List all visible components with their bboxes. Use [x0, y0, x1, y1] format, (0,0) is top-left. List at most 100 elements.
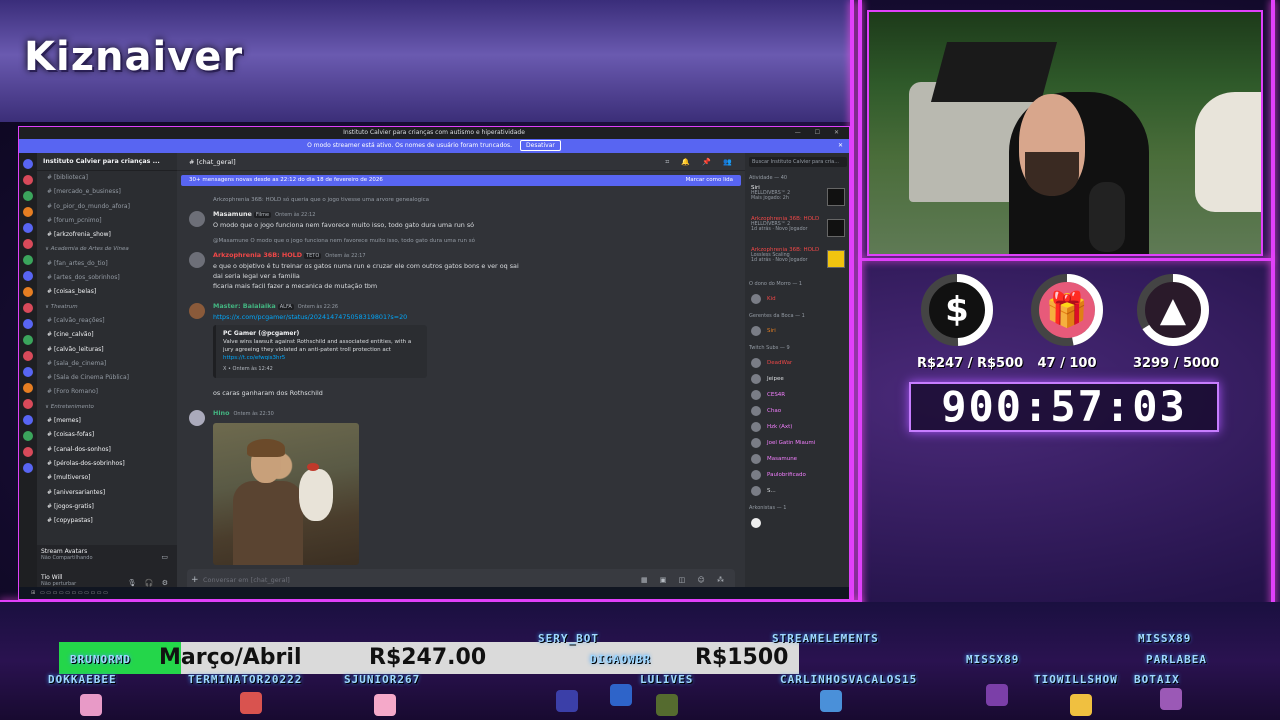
- neon-divider: [858, 0, 862, 610]
- server-icon[interactable]: [23, 383, 33, 393]
- member-item[interactable]: Jeipee: [749, 371, 847, 387]
- server-icon[interactable]: [23, 303, 33, 313]
- channel-item[interactable]: # [coisas_belas]: [37, 285, 177, 299]
- channel-item[interactable]: # [biblioteca]: [37, 171, 177, 185]
- new-messages-bar[interactable]: 30+ mensagens novas desde as 22:12 do di…: [181, 175, 741, 186]
- header-icons[interactable]: ⌗ 🔔 📌 👥: [665, 153, 737, 171]
- channel-item[interactable]: # [coisas-fofas]: [37, 428, 177, 442]
- server-icon[interactable]: [23, 367, 33, 377]
- member-item[interactable]: Joel Gatin Miaumi: [749, 435, 847, 451]
- disable-streamer-mode-button[interactable]: Desativar: [520, 140, 561, 151]
- message-author[interactable]: Master: Balalaika: [213, 302, 276, 310]
- channel-item[interactable]: # [fan_artes_do_tio]: [37, 257, 177, 271]
- message-author[interactable]: Hino: [213, 409, 229, 417]
- message-link[interactable]: https://x.com/pcgamer/status/20241474750…: [213, 312, 735, 322]
- channel-item[interactable]: # [pérolas-dos-sobrinhos]: [37, 457, 177, 471]
- neon-divider: [850, 0, 854, 610]
- member-item[interactable]: Kid: [749, 291, 847, 307]
- channel-item[interactable]: # [Foro Romano]: [37, 385, 177, 399]
- member-group-header: Atividade — 40: [749, 175, 788, 181]
- sub-goal-value: 47 / 100: [1037, 356, 1097, 371]
- member-item[interactable]: DeadWar: [749, 355, 847, 371]
- avatar[interactable]: [189, 303, 205, 319]
- channel-item[interactable]: # [arkzofrenia_show]: [37, 228, 177, 242]
- server-icon[interactable]: [23, 175, 33, 185]
- mark-read-button[interactable]: Marcar como lida: [686, 175, 733, 186]
- server-icon[interactable]: [23, 319, 33, 329]
- channel-item[interactable]: # [jogos-gratis]: [37, 500, 177, 514]
- donation-goal: $ R$247 / R$500: [917, 272, 1023, 371]
- channel-item[interactable]: # [memes]: [37, 414, 177, 428]
- avatar[interactable]: [189, 252, 205, 268]
- server-icon[interactable]: [23, 239, 33, 249]
- activity-card[interactable]: Siri HELLDIVERS™ 2 Mais jogado: 2h: [749, 185, 847, 213]
- server-icon[interactable]: [23, 447, 33, 457]
- server-icon[interactable]: [23, 223, 33, 233]
- message-author[interactable]: Masamune: [213, 210, 252, 218]
- message-author[interactable]: Arkzophrenia 36B: HOLD: [213, 251, 302, 259]
- window-controls[interactable]: — ☐ ✕: [795, 127, 845, 139]
- channel-item[interactable]: # [aniversariantes]: [37, 486, 177, 500]
- user-tag: Filme: [253, 212, 272, 218]
- server-icon[interactable]: [23, 287, 33, 297]
- embed-author[interactable]: PC Gamer (@pcgamer): [223, 330, 420, 338]
- avatar[interactable]: [189, 211, 205, 227]
- channel-item[interactable]: # [copypastas]: [37, 514, 177, 528]
- server-icon[interactable]: [23, 463, 33, 473]
- channel-item[interactable]: # [artes_dos_sobrinhos]: [37, 271, 177, 285]
- member-item[interactable]: Hzk (Axt): [749, 419, 847, 435]
- activity-row[interactable]: Stream Avatars Não Compartilhando ▭: [37, 545, 177, 571]
- activity-card[interactable]: Arkzophrenia 36B: HOLD HELLDIVERS™ 2 1d …: [749, 216, 847, 244]
- server-icon[interactable]: [23, 399, 33, 409]
- avatar-sprite: [374, 694, 396, 716]
- channel-item[interactable]: # [calvão_reações]: [37, 314, 177, 328]
- channel-item[interactable]: # [mercado_e_business]: [37, 185, 177, 199]
- link-embed[interactable]: PC Gamer (@pcgamer) Valve wins lawsuit a…: [213, 325, 427, 378]
- close-icon[interactable]: ✕: [838, 139, 843, 153]
- server-icon[interactable]: [23, 207, 33, 217]
- server-icon[interactable]: [23, 431, 33, 441]
- member-item[interactable]: [749, 515, 847, 531]
- channel-category[interactable]: ∨ Entretenimento: [37, 400, 177, 414]
- chatter-name: CARLINHOSVACALOS15: [780, 673, 918, 686]
- embed-link[interactable]: https://t.co/efwqis3hr5: [223, 354, 420, 362]
- member-item[interactable]: Siri: [749, 323, 847, 339]
- channel-item[interactable]: # [forum_pcnimo]: [37, 214, 177, 228]
- channel-item[interactable]: # [o_pior_do_mundo_afora]: [37, 200, 177, 214]
- member-item[interactable]: S...: [749, 483, 847, 499]
- member-item[interactable]: Masamune: [749, 451, 847, 467]
- channel-item[interactable]: # [canal-dos-sonhos]: [37, 443, 177, 457]
- message-image[interactable]: [213, 423, 359, 565]
- member-item[interactable]: CES4R: [749, 387, 847, 403]
- channel-category[interactable]: ∨ Theatrum: [37, 300, 177, 314]
- chatter-name: TERMINATOR20222: [188, 673, 303, 686]
- screen-share-icon[interactable]: ▭: [161, 553, 171, 561]
- member-item[interactable]: Paulobrificado: [749, 467, 847, 483]
- avatar[interactable]: [189, 410, 205, 426]
- window-titlebar: Instituto Calvier para crianças com auti…: [19, 127, 849, 139]
- server-icon[interactable]: [23, 159, 33, 169]
- member-item[interactable]: Chao: [749, 403, 847, 419]
- server-icon[interactable]: [23, 191, 33, 201]
- channel-item[interactable]: # [multiverso]: [37, 471, 177, 485]
- channel-item[interactable]: # [cine_calvão]: [37, 328, 177, 342]
- activity-card[interactable]: Arkzophrenia 36B: HOLD Lossless Scaling …: [749, 247, 847, 275]
- reply-preview[interactable]: Arkzophrenia 36B: HOLD só queria que o j…: [187, 197, 735, 203]
- channel-item[interactable]: # [Sala de Cinema Pública]: [37, 371, 177, 385]
- channel-item[interactable]: # [calvão_leituras]: [37, 343, 177, 357]
- taskbar[interactable]: ⊞ ▭ ▭ ▭ ▭ ▭ ▭ ▭ ▭ ▭ ▭ ▭: [19, 587, 849, 599]
- channel-item[interactable]: # [sala_de_cinema]: [37, 357, 177, 371]
- guild-name[interactable]: Instituto Calvier para crianças ...: [37, 153, 177, 171]
- reply-preview[interactable]: @Masamune O modo que o jogo funciona nem…: [187, 238, 735, 244]
- server-icon[interactable]: [23, 255, 33, 265]
- server-icon[interactable]: [23, 335, 33, 345]
- server-icon[interactable]: [23, 415, 33, 425]
- voice-controls-icon[interactable]: 🎙 🎧 ⚙: [128, 579, 171, 587]
- subathon-timer: 900:57:03: [909, 382, 1219, 432]
- channel-category[interactable]: ∨ Academia de Artes de Vinea: [37, 242, 177, 256]
- members-search-input[interactable]: Buscar Instituto Calvier para cria...: [749, 157, 847, 167]
- message-time: Ontem às 22:12: [275, 212, 316, 218]
- server-icon[interactable]: [23, 351, 33, 361]
- server-icon[interactable]: [23, 271, 33, 281]
- webcam-shape: [1195, 92, 1261, 212]
